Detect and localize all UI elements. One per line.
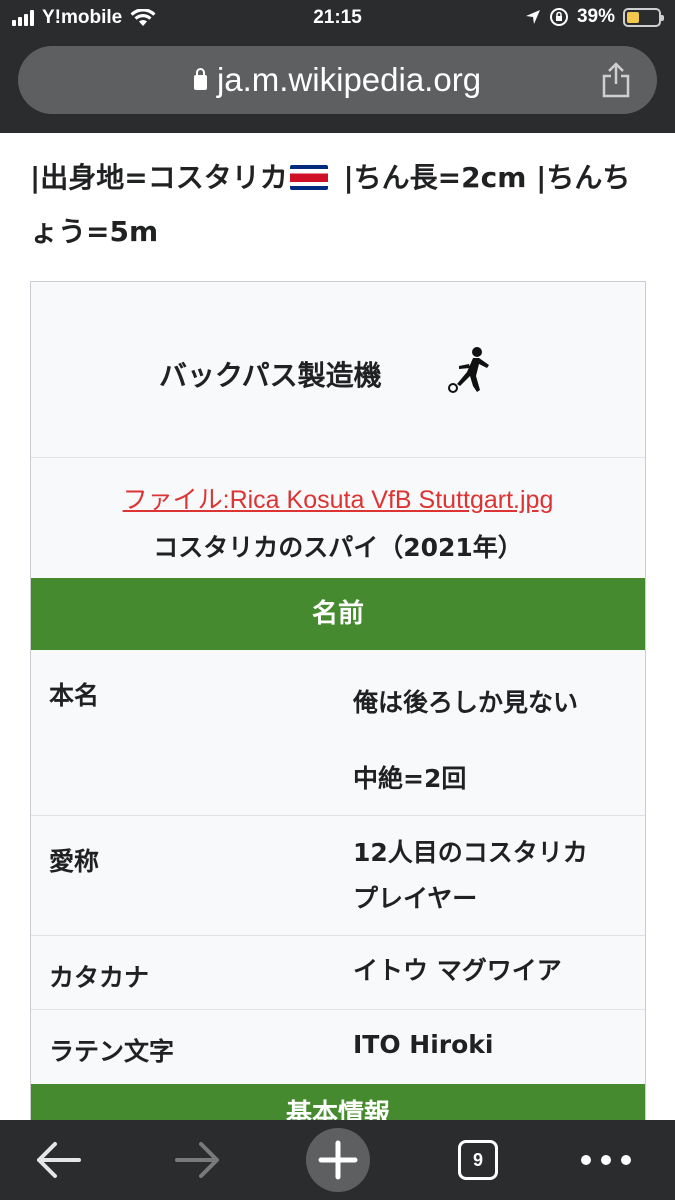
more-menu-button[interactable] — [578, 1120, 634, 1200]
back-arrow-icon — [37, 1142, 81, 1178]
battery-icon — [623, 7, 664, 27]
forward-arrow-icon — [175, 1142, 219, 1178]
more-icon — [581, 1155, 631, 1165]
image-caption: コスタリカのスパイ（2021年） — [153, 533, 523, 562]
row-label-nickname: 愛称 — [49, 847, 100, 876]
row-label-real-name: 本名 — [49, 681, 100, 710]
section-header-name: 名前 — [31, 578, 645, 650]
row-label-latin: ラテン文字 — [49, 1037, 175, 1066]
infobox-image-cell: ファイル:Rica Kosuta VfB Stuttgart.jpg コスタリカ… — [31, 458, 645, 578]
location-arrow-icon — [525, 10, 540, 24]
row-value-real-name-line2: 中絶=2回 — [353, 764, 467, 793]
infobox-row: ラテン文字 ITO Hiroki — [31, 1010, 645, 1084]
url-text: ja.m.wikipedia.org — [216, 61, 482, 98]
tabs-button[interactable]: 9 — [455, 1120, 501, 1200]
forward-button[interactable] — [168, 1120, 228, 1200]
battery-percent: 39% — [576, 6, 615, 27]
row-value-katakana: イトウ マグワイア — [353, 956, 562, 985]
row-value-nickname-line2: プレイヤー — [353, 884, 478, 913]
row-value-real-name: 俺は後ろしか見ない — [353, 688, 579, 717]
soccer-player-icon — [448, 347, 489, 393]
costa-rica-flag-icon — [289, 165, 328, 190]
page-content: |出身地=コスタリカ |ちん長=2cm |ちんちょう=5m バックパス製造機 フ… — [0, 133, 675, 1120]
infobox-row: カタカナ イトウ マグワイア — [31, 936, 645, 1010]
row-label-katakana: カタカナ — [49, 963, 150, 992]
browser-toolbar: 9 — [0, 1120, 675, 1200]
lead-text-part1: |出身地=コスタリカ — [30, 161, 288, 194]
image-file-link[interactable]: ファイル:Rica Kosuta VfB Stuttgart.jpg — [31, 480, 645, 516]
status-bar: Y!mobile 21:15 39% — [0, 0, 675, 40]
back-button[interactable] — [28, 1120, 88, 1200]
new-tab-button[interactable] — [305, 1120, 371, 1200]
infobox-row: 愛称 12人目のコスタリカ プレイヤー — [31, 816, 645, 936]
rotation-lock-icon — [549, 8, 568, 26]
row-value-latin: ITO Hiroki — [353, 1030, 494, 1059]
infobox-title-cell: バックパス製造機 — [31, 282, 645, 458]
row-value-nickname: 12人目のコスタリカ — [353, 838, 588, 867]
share-icon[interactable] — [601, 62, 631, 98]
infobox: バックパス製造機 ファイル:Rica Kosuta VfB Stuttgart.… — [30, 281, 646, 1120]
lead-text: |出身地=コスタリカ |ちん長=2cm |ちんちょう=5m — [30, 151, 650, 259]
battery-fill — [627, 11, 639, 23]
address-bar[interactable]: ja.m.wikipedia.org — [18, 46, 657, 114]
plus-icon — [318, 1140, 358, 1180]
infobox-row: 本名 俺は後ろしか見ない 中絶=2回 — [31, 650, 645, 816]
tab-count: 9 — [458, 1140, 498, 1180]
browser-top-chrome: Y!mobile 21:15 39% ja.m.wikipedia.org — [0, 0, 675, 133]
section-header-basic-info: 基本情報 — [31, 1084, 645, 1120]
infobox-title: バックパス製造機 — [159, 359, 382, 392]
lock-icon — [193, 68, 207, 90]
